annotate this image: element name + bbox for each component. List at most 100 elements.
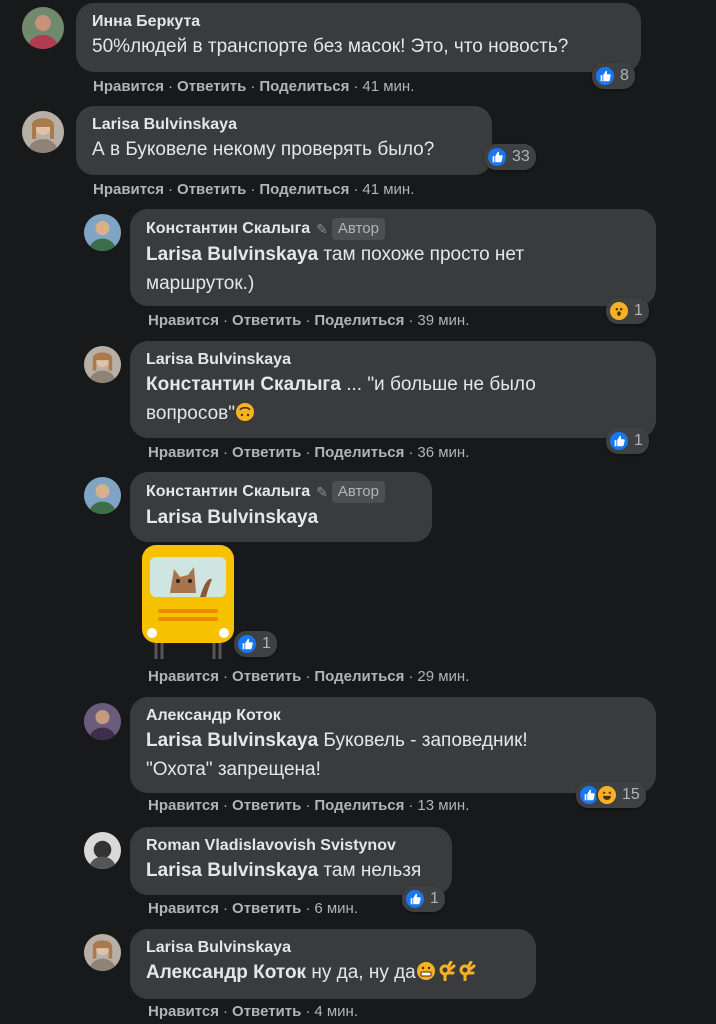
comment-text: Larisa Bulvinskaya там нельзя [146, 856, 436, 885]
like-button[interactable]: Нравится [148, 1003, 219, 1020]
like-button[interactable]: Нравится [148, 444, 219, 461]
reply-button[interactable]: Ответить [232, 797, 301, 814]
separator: · [223, 1003, 229, 1020]
avatar[interactable] [84, 214, 121, 251]
timestamp[interactable]: 41 мин. [362, 181, 414, 198]
like-icon [486, 146, 508, 168]
comment-text: Larisa Bulvinskaya [146, 503, 416, 532]
reply-button[interactable]: Ответить [232, 668, 301, 685]
comment-text: Larisa Bulvinskaya Буковель - заповедник… [146, 726, 640, 784]
comment-bubble: Константин Скалыга ✎ Автор Larisa Bulvins… [130, 209, 656, 306]
separator: · [353, 78, 359, 95]
separator: · [353, 181, 359, 198]
timestamp[interactable]: 39 мин. [417, 312, 469, 329]
separator: · [305, 444, 311, 461]
like-icon [404, 888, 426, 910]
mention-link[interactable]: Larisa Bulvinskaya [146, 860, 318, 881]
author-name-link[interactable]: Константин Скалыга [146, 482, 310, 502]
separator: · [223, 312, 229, 329]
reply-button[interactable]: Ответить [232, 1003, 301, 1020]
comment-text: Александр Коток ну да, ну да [146, 958, 520, 987]
share-button[interactable]: Поделиться [314, 312, 404, 329]
timestamp[interactable]: 4 мин. [314, 1003, 358, 1020]
comment-text: Константин Скалыга ... "и больше не было… [146, 370, 640, 428]
separator: · [408, 444, 414, 461]
upside-down-face-icon [236, 403, 254, 421]
author-name[interactable]: Larisa Bulvinskaya [146, 350, 640, 370]
separator: · [250, 181, 256, 198]
reactions-badge[interactable]: 1 [402, 886, 445, 912]
share-button[interactable]: Поделиться [314, 668, 404, 685]
reactions-badge[interactable]: 33 [484, 144, 536, 170]
reply-button[interactable]: Ответить [232, 900, 301, 917]
reaction-count: 8 [620, 67, 629, 84]
reaction-count: 1 [634, 432, 643, 449]
timestamp[interactable]: 41 мин. [362, 78, 414, 95]
ok-hand-icon [459, 961, 476, 981]
timestamp[interactable]: 29 мин. [417, 668, 469, 685]
like-button[interactable]: Нравится [93, 78, 164, 95]
reactions-badge[interactable]: 8 [592, 63, 635, 89]
avatar[interactable] [84, 346, 121, 383]
avatar[interactable] [84, 703, 121, 740]
share-button[interactable]: Поделиться [314, 444, 404, 461]
author-badge: ✎ Автор [316, 218, 385, 240]
author-name: Константин Скалыга ✎ Автор [146, 218, 640, 240]
mention-link[interactable]: Larisa Bulvinskaya [146, 730, 318, 751]
separator: · [223, 444, 229, 461]
like-button[interactable]: Нравится [148, 668, 219, 685]
separator: · [408, 312, 414, 329]
reaction-count: 15 [622, 786, 640, 803]
author-name[interactable]: Инна Беркута [92, 12, 625, 32]
reactions-badge[interactable]: 1 [234, 631, 277, 657]
share-button[interactable]: Поделиться [259, 181, 349, 198]
comment-bubble: Roman Vladislavovish Svistynov Larisa Bu… [130, 827, 452, 895]
reactions-badge[interactable]: 15 [576, 782, 646, 808]
mention-link[interactable]: Larisa Bulvinskaya [146, 244, 318, 265]
author-name[interactable]: Larisa Bulvinskaya [146, 938, 520, 958]
reply-button[interactable]: Ответить [232, 312, 301, 329]
mention-link[interactable]: Александр Коток [146, 962, 306, 983]
like-icon [608, 430, 630, 452]
reactions-badge[interactable]: 1 [606, 428, 649, 454]
reply-button[interactable]: Ответить [177, 78, 246, 95]
reply-button[interactable]: Ответить [232, 444, 301, 461]
timestamp[interactable]: 36 мин. [417, 444, 469, 461]
reaction-count: 1 [634, 302, 643, 319]
timestamp[interactable]: 6 мин. [314, 900, 358, 917]
mention-link[interactable]: Larisa Bulvinskaya [146, 507, 318, 528]
avatar[interactable] [22, 7, 64, 49]
avatar[interactable] [84, 832, 121, 869]
comment-text-line1: Буковель - заповедник! [318, 730, 528, 751]
timestamp[interactable]: 13 мин. [417, 797, 469, 814]
reply-button[interactable]: Ответить [177, 181, 246, 198]
bus-sticker[interactable] [138, 543, 238, 663]
author-name-link[interactable]: Константин Скалыга [146, 219, 310, 239]
comment-bubble: Александр Коток Larisa Bulvinskaya Буков… [130, 697, 656, 793]
ok-hand-icon [439, 961, 456, 981]
share-button[interactable]: Поделиться [259, 78, 349, 95]
reaction-count: 1 [262, 635, 271, 652]
comment-text: 50%людей в транспорте без масок! Это, чт… [92, 36, 569, 57]
mention-link[interactable]: Константин Скалыга [146, 374, 341, 395]
reactions-badge[interactable]: 1 [606, 298, 649, 324]
like-button[interactable]: Нравится [148, 797, 219, 814]
share-button[interactable]: Поделиться [314, 797, 404, 814]
avatar[interactable] [22, 111, 64, 153]
comment-text-line1: ... "и больше не было [340, 374, 536, 395]
avatar[interactable] [84, 934, 121, 971]
author-name[interactable]: Larisa Bulvinskaya [92, 115, 476, 135]
separator: · [223, 668, 229, 685]
pencil-icon: ✎ [316, 484, 328, 500]
separator: · [305, 900, 311, 917]
comment-text-line2: маршруток.) [146, 273, 255, 294]
comment-bubble: Larisa Bulvinskaya Константин Скалыга ..… [130, 341, 656, 438]
like-button[interactable]: Нравится [148, 312, 219, 329]
author-name[interactable]: Roman Vladislavovish Svistynov [146, 836, 436, 856]
like-button[interactable]: Нравится [148, 900, 219, 917]
avatar[interactable] [84, 477, 121, 514]
like-icon [594, 65, 616, 87]
like-button[interactable]: Нравится [93, 181, 164, 198]
author-name[interactable]: Александр Коток [146, 706, 640, 726]
comment-actions: Нравится · Ответить · Поделиться · 29 мин. [148, 668, 469, 685]
